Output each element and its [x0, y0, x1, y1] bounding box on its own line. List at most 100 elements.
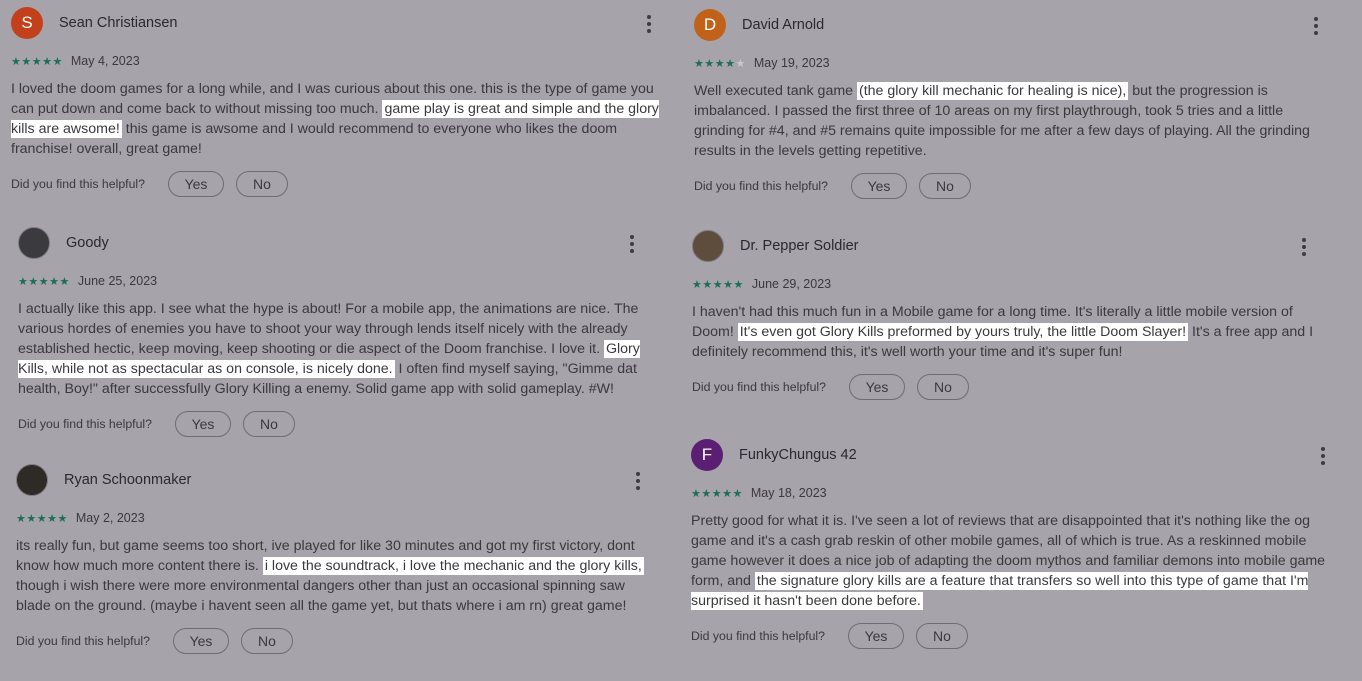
star-icon: ★: [38, 275, 50, 288]
more-options-icon[interactable]: [1312, 15, 1320, 35]
star-icon: ★: [722, 487, 733, 500]
review-card: D David Arnold ★★★★★ May 19, 2023 Well execu…: [694, 5, 1334, 199]
helpful-prompt: Did you find this helpful?: [18, 417, 152, 431]
helpful-row: Did you find this helpful? Yes No: [691, 623, 1341, 649]
star-icon: ★: [714, 57, 726, 70]
helpful-prompt: Did you find this helpful?: [694, 179, 828, 193]
star-rating: ★★★★★: [18, 275, 70, 288]
star-icon: ★: [47, 512, 58, 525]
star-icon: ★: [49, 275, 60, 288]
helpful-no-button[interactable]: No: [235, 171, 288, 197]
review-card: Ryan Schoonmaker ★★★★★ May 2, 2023 its real…: [16, 460, 656, 654]
reviews-page: S Sean Christiansen ★★★★★ May 4, 2023 I love…: [0, 0, 1362, 681]
star-icon: ★: [732, 487, 743, 500]
star-icon: ★: [694, 57, 705, 70]
review-header: S Sean Christiansen: [11, 3, 667, 43]
helpful-prompt: Did you find this helpful?: [691, 629, 825, 643]
star-icon: ★: [725, 57, 736, 70]
star-icon: ★: [36, 512, 48, 525]
star-icon: ★: [16, 512, 27, 525]
helpful-prompt: Did you find this helpful?: [16, 634, 150, 648]
star-icon: ★: [52, 55, 63, 68]
review-text-segment: though i wish there were more environmen…: [16, 578, 627, 614]
author-name: Dr. Pepper Soldier: [740, 238, 859, 254]
helpful-yes-button[interactable]: Yes: [167, 171, 224, 197]
star-rating: ★★★★★: [16, 512, 68, 525]
review-header: F FunkyChungus 42: [691, 435, 1341, 475]
more-options-icon[interactable]: [628, 233, 636, 253]
star-icon: ★: [712, 278, 724, 291]
review-text: its really fun, but game seems too short…: [16, 536, 656, 616]
avatar: D: [694, 9, 726, 41]
review-meta: ★★★★★ May 18, 2023: [691, 485, 1341, 501]
star-icon: ★: [692, 278, 703, 291]
star-icon: ★: [28, 275, 39, 288]
avatar: F: [691, 439, 723, 471]
more-options-icon[interactable]: [1300, 236, 1308, 256]
avatar: [16, 464, 48, 496]
helpful-row: Did you find this helpful? Yes No: [11, 171, 667, 197]
helpful-row: Did you find this helpful? Yes No: [18, 411, 650, 437]
star-icon: ★: [701, 487, 712, 500]
review-meta: ★★★★★ June 25, 2023: [18, 273, 650, 289]
review-text: I haven't had this much fun in a Mobile …: [692, 302, 1322, 362]
review-card: S Sean Christiansen ★★★★★ May 4, 2023 I love…: [11, 3, 667, 197]
helpful-no-button[interactable]: No: [918, 173, 971, 199]
helpful-no-button[interactable]: No: [242, 411, 295, 437]
review-card: Goody ★★★★★ June 25, 2023 I actually like t…: [18, 223, 650, 437]
helpful-no-button[interactable]: No: [916, 374, 969, 400]
star-icon: ★: [42, 55, 53, 68]
review-meta: ★★★★★ May 19, 2023: [694, 55, 1334, 71]
helpful-yes-button[interactable]: Yes: [847, 623, 904, 649]
helpful-no-button[interactable]: No: [915, 623, 968, 649]
review-meta: ★★★★★ May 4, 2023: [11, 53, 667, 69]
helpful-row: Did you find this helpful? Yes No: [694, 173, 1334, 199]
review-date: May 2, 2023: [75, 511, 145, 525]
helpful-yes-button[interactable]: Yes: [172, 628, 229, 654]
helpful-yes-button[interactable]: Yes: [848, 374, 905, 400]
review-meta: ★★★★★ June 29, 2023: [692, 276, 1322, 292]
review-date: June 25, 2023: [77, 274, 158, 288]
author-name: Goody: [66, 235, 109, 251]
star-rating: ★★★★★: [692, 278, 744, 291]
more-options-icon[interactable]: [645, 13, 653, 33]
avatar: [692, 230, 724, 262]
highlighted-text: (the glory kill mechanic for healing is …: [856, 82, 1129, 100]
helpful-row: Did you find this helpful? Yes No: [16, 628, 656, 654]
helpful-no-button[interactable]: No: [240, 628, 293, 654]
review-header: Ryan Schoonmaker: [16, 460, 656, 500]
star-icon: ★: [31, 55, 43, 68]
star-icon: ★: [704, 57, 715, 70]
review-date: May 4, 2023: [70, 54, 140, 68]
helpful-yes-button[interactable]: Yes: [850, 173, 907, 199]
star-icon: ★: [26, 512, 37, 525]
review-date: June 29, 2023: [751, 277, 832, 291]
helpful-row: Did you find this helpful? Yes No: [692, 374, 1322, 400]
highlighted-text: the signature glory kills are a feature …: [691, 572, 1309, 610]
review-date: May 19, 2023: [753, 56, 830, 70]
review-text: I loved the doom games for a long while,…: [11, 79, 667, 159]
review-header: Goody: [18, 223, 650, 263]
highlighted-text: It's even got Glory Kills preformed by y…: [737, 323, 1189, 341]
author-name: Sean Christiansen: [59, 15, 178, 31]
helpful-yes-button[interactable]: Yes: [174, 411, 231, 437]
star-icon: ★: [735, 57, 746, 70]
avatar: S: [11, 7, 43, 39]
highlighted-text: i love the soundtrack, i love the mechan…: [262, 557, 644, 575]
review-date: May 18, 2023: [750, 486, 827, 500]
author-name: FunkyChungus 42: [739, 447, 857, 463]
review-text-segment: I actually like this app. I see what the…: [18, 301, 639, 357]
star-icon: ★: [723, 278, 734, 291]
star-rating: ★★★★★: [691, 487, 743, 500]
star-icon: ★: [702, 278, 713, 291]
star-rating: ★★★★★: [11, 55, 63, 68]
star-icon: ★: [18, 275, 29, 288]
star-icon: ★: [59, 275, 70, 288]
review-header: D David Arnold: [694, 5, 1334, 45]
review-text: I actually like this app. I see what the…: [18, 299, 650, 399]
more-options-icon[interactable]: [634, 470, 642, 490]
review-card: Dr. Pepper Soldier ★★★★★ June 29, 2023 I ha…: [692, 226, 1322, 400]
author-name: Ryan Schoonmaker: [64, 472, 192, 488]
more-options-icon[interactable]: [1319, 445, 1327, 465]
star-rating: ★★★★★: [694, 57, 746, 70]
